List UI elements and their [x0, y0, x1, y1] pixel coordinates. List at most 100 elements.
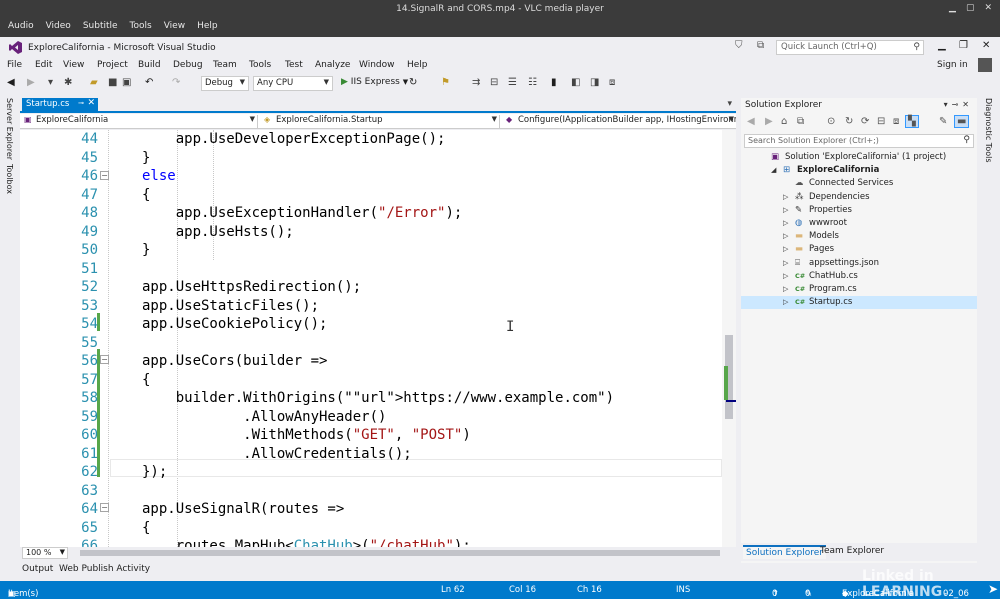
clear-bookmarks-icon[interactable]: ⧈ [609, 77, 615, 88]
tab-solution-explorer[interactable]: Solution Explorer [743, 545, 826, 559]
tree-item[interactable]: ▷ ✎ Properties [741, 204, 977, 217]
tab-web-publish-activity[interactable]: Web Publish Activity [59, 564, 150, 574]
code-line[interactable]: 58 builder.WithOrigins(""url">https://ww… [20, 389, 736, 408]
tree-item[interactable]: ▣ Solution 'ExploreCalifornia' (1 project… [741, 151, 977, 164]
minimize-icon[interactable]: ▁ [949, 3, 956, 13]
diagnostic-tools-tab[interactable]: Diagnostic Tools [984, 98, 993, 163]
project-nav-dropdown[interactable]: ▣ ExploreCalifornia ▼ [22, 115, 258, 128]
vlc-menu-audio[interactable]: Audio [2, 21, 40, 31]
code-line[interactable]: 53 app.UseStaticFiles(); [20, 297, 736, 316]
code-line[interactable]: 49 app.UseHsts(); [20, 223, 736, 242]
refresh-icon[interactable]: ⟳ [861, 116, 869, 127]
configuration-dropdown[interactable]: Debug ▼ [201, 76, 249, 91]
tree-item[interactable]: ▷ ◍ wwwroot [741, 217, 977, 230]
menu-help[interactable]: Help [407, 60, 428, 70]
step-icon[interactable]: ⇉ [472, 77, 480, 88]
close-icon[interactable]: ✕ [982, 40, 990, 51]
code-line[interactable]: 64 app.UseSignalR(routes => [20, 500, 736, 519]
forward-icon[interactable]: ▶ [765, 116, 773, 127]
code-line[interactable]: 62}); [20, 463, 736, 482]
sync-icon[interactable]: ↻ [845, 116, 853, 127]
quick-launch-input[interactable]: Quick Launch (Ctrl+Q) ⚲ [776, 40, 924, 55]
tree-item[interactable]: ▷ ⌸ appsettings.json [741, 257, 977, 270]
bookmark-icon[interactable]: ▮ [551, 77, 557, 88]
code-line[interactable]: 47 { [20, 186, 736, 205]
collapse-all-icon[interactable]: ⊟ [877, 116, 885, 127]
prev-bookmark-icon[interactable]: ◧ [571, 77, 580, 88]
maximize-icon[interactable]: ▢ [966, 3, 975, 13]
toolbox-tab[interactable]: Toolbox [5, 164, 14, 194]
collapsed-arrow-icon[interactable]: ▷ [783, 191, 788, 204]
properties-icon[interactable]: ✎ [939, 116, 947, 127]
menu-test[interactable]: Test [285, 60, 303, 70]
pin-icon[interactable]: ⊸ [952, 100, 963, 109]
close-icon[interactable]: ✕ [962, 100, 973, 109]
uncomment-icon[interactable]: ☷ [528, 77, 537, 88]
save-all-icon[interactable]: ▣ [122, 77, 131, 88]
menu-edit[interactable]: Edit [35, 60, 52, 70]
editor-vertical-scrollbar[interactable] [722, 130, 736, 547]
collapsed-arrow-icon[interactable]: ▷ [783, 296, 788, 309]
tree-item[interactable]: ▷ ▬ Models [741, 230, 977, 243]
menu-tools[interactable]: Tools [249, 60, 271, 70]
sign-in-link[interactable]: Sign in [937, 60, 968, 70]
code-line[interactable]: 66 routes.MapHub<ChatHub>("/chatHub"); [20, 537, 736, 547]
collapsed-arrow-icon[interactable]: ▷ [783, 243, 788, 256]
menu-window[interactable]: Window [359, 60, 395, 70]
tree-item[interactable]: ▷ ▬ Pages [741, 243, 977, 256]
next-bookmark-icon[interactable]: ◨ [590, 77, 599, 88]
undo-icon[interactable]: ↶ [145, 77, 153, 88]
menu-analyze[interactable]: Analyze [315, 60, 350, 70]
open-file-icon[interactable]: ▰ [90, 77, 98, 88]
restore-icon[interactable]: ❐ [959, 40, 968, 51]
comment-icon[interactable]: ☰ [508, 77, 517, 88]
feedback-icon[interactable] [978, 58, 992, 72]
code-line[interactable]: 61 .AllowCredentials(); [20, 445, 736, 464]
menu-build[interactable]: Build [138, 60, 161, 70]
minus-icon[interactable]: ▬ [954, 115, 970, 128]
vlc-menu-view[interactable]: View [158, 21, 191, 31]
tab-output[interactable]: Output [22, 564, 53, 574]
code-line[interactable]: 56 app.UseCors(builder => [20, 352, 736, 371]
show-all-files-icon[interactable]: ⧈ [893, 116, 899, 127]
close-icon[interactable]: ✕ [984, 3, 992, 13]
code-editor[interactable]: − − − 44 app.UseDeveloperExceptionPage()… [20, 130, 736, 547]
code-line[interactable]: 60 .WithMethods("GET", "POST") [20, 426, 736, 445]
collapsed-arrow-icon[interactable]: ▷ [783, 270, 788, 283]
server-explorer-tab[interactable]: Server Explorer [5, 98, 14, 160]
pin-icon[interactable]: ▾ [48, 77, 53, 88]
close-tab-icon[interactable]: ✕ [87, 98, 95, 108]
code-line[interactable]: 51 [20, 260, 736, 279]
home-icon[interactable]: ⌂ [781, 116, 787, 127]
tree-item[interactable]: ◢ ⊞ ExploreCalifornia [741, 164, 977, 177]
tree-item[interactable]: ▷ C# Startup.cs [741, 296, 977, 310]
menu-team[interactable]: Team [213, 60, 237, 70]
code-line[interactable]: 46 else [20, 167, 736, 186]
pending-changes-filter-icon[interactable]: ⊙ [827, 116, 835, 127]
platform-dropdown[interactable]: Any CPU ▼ [253, 76, 333, 91]
collapsed-arrow-icon[interactable]: ▷ [783, 230, 788, 243]
tree-item[interactable]: ▷ C# Program.cs [741, 283, 977, 296]
zoom-dropdown[interactable]: 100 % ▼ [22, 547, 68, 559]
redo-icon[interactable]: ↷ [172, 77, 180, 88]
code-line[interactable]: 44 app.UseDeveloperExceptionPage(); [20, 130, 736, 149]
navigate-back-icon[interactable]: ◀ [7, 77, 15, 88]
class-nav-dropdown[interactable]: ◈ ExploreCalifornia.Startup ▼ [262, 115, 500, 128]
tab-team-explorer[interactable]: Team Explorer [817, 545, 887, 557]
align-icon[interactable]: ⊟ [490, 77, 498, 88]
member-nav-dropdown[interactable]: ◆ Configure(IApplicationBuilder app, IHo… [504, 115, 736, 128]
collapsed-arrow-icon[interactable]: ▷ [783, 257, 788, 270]
vlc-menu-help[interactable]: Help [191, 21, 224, 31]
save-icon[interactable]: ■ [108, 77, 117, 88]
code-line[interactable]: 52 app.UseHttpsRedirection(); [20, 278, 736, 297]
menu-view[interactable]: View [63, 60, 84, 70]
browser-link-icon[interactable]: ⚑ [441, 77, 450, 88]
vlc-menu-tools[interactable]: Tools [124, 21, 158, 31]
code-line[interactable]: 65 { [20, 519, 736, 538]
code-line[interactable]: 63 [20, 482, 736, 501]
tree-item[interactable]: ☁ Connected Services [741, 177, 977, 190]
minimize-icon[interactable]: ▁ [938, 40, 946, 51]
notification-icon[interactable]: ⧉ [757, 40, 764, 51]
navigate-forward-icon[interactable]: ▶ [27, 77, 35, 88]
collapsed-arrow-icon[interactable]: ▷ [783, 283, 788, 296]
